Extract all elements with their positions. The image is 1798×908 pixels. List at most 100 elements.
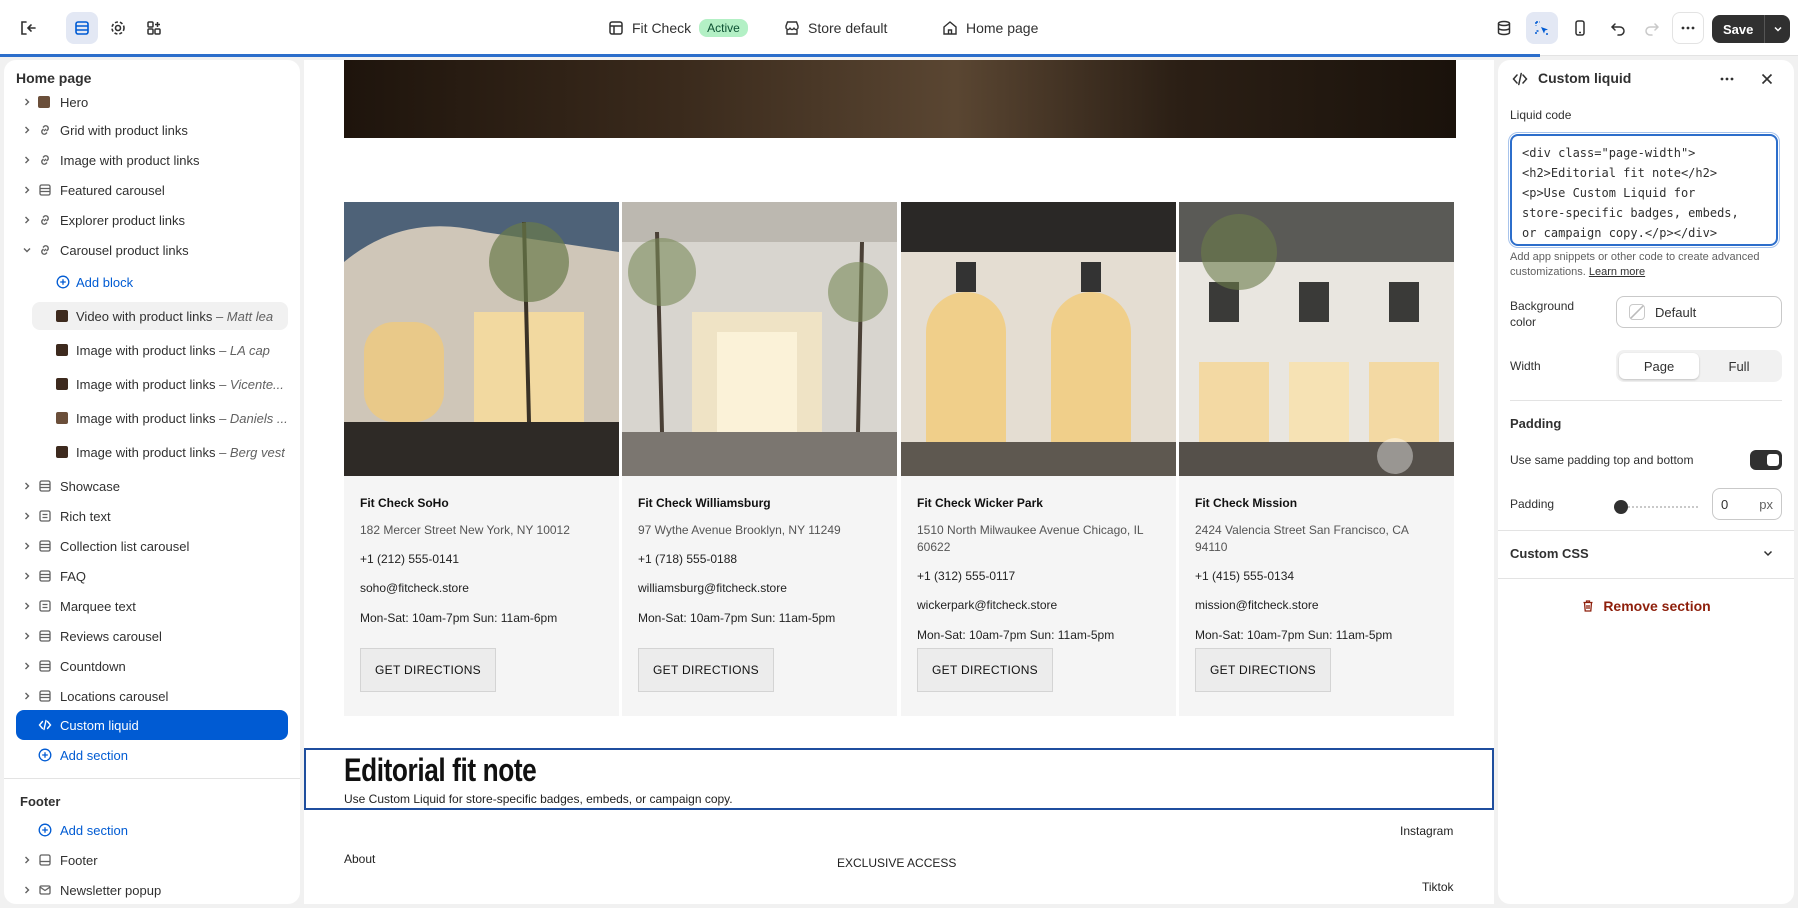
sidebar-item-reviews-carousel[interactable]: Reviews carousel — [4, 622, 300, 650]
more-icon[interactable] — [1672, 12, 1704, 44]
sidebar-item-collection-list-carousel[interactable]: Collection list carousel — [4, 532, 300, 560]
add-section-button[interactable]: Add section — [4, 741, 300, 769]
padding-input[interactable]: 0 px — [1712, 488, 1782, 520]
undo-icon[interactable] — [1602, 12, 1634, 44]
same-padding-toggle[interactable] — [1750, 450, 1782, 470]
chevron-right-icon[interactable] — [22, 601, 32, 611]
chevron-right-icon[interactable] — [22, 97, 32, 107]
apps-icon[interactable] — [138, 12, 170, 44]
panel-title: Custom liquid — [1538, 70, 1632, 86]
chevron-down-icon[interactable] — [1762, 547, 1774, 559]
block-item[interactable]: Image with product links – Vicente... — [4, 370, 300, 398]
home-icon — [943, 21, 957, 35]
sidebar-item-showcase[interactable]: Showcase — [4, 472, 300, 500]
exit-icon[interactable] — [12, 12, 44, 44]
trash-icon — [1583, 600, 1593, 612]
chevron-down-icon[interactable] — [22, 245, 32, 255]
sidebar-item-carousel-product-links[interactable]: Carousel product links — [4, 236, 300, 264]
block-item[interactable]: Image with product links – Berg vest — [4, 438, 300, 466]
sidebar-item-newsletter-popup[interactable]: Newsletter popup — [4, 876, 300, 904]
padding-unit: px — [1759, 496, 1773, 512]
theme-selector[interactable]: Fit Check Active — [608, 0, 748, 56]
sections-icon[interactable] — [66, 12, 98, 44]
chevron-right-icon[interactable] — [22, 571, 32, 581]
sidebar-item-image-with-product-links[interactable]: Image with product links — [4, 146, 300, 174]
sidebar-item-grid-with-product-links[interactable]: Grid with product links — [4, 116, 300, 144]
sidebar-item-locations-carousel[interactable]: Locations carousel — [4, 682, 300, 710]
sidebar-item-featured-carousel[interactable]: Featured carousel — [4, 176, 300, 204]
sidebar-item-explorer-product-links[interactable]: Explorer product links — [4, 206, 300, 234]
add-block-button[interactable]: Add block — [4, 268, 300, 296]
chevron-right-icon[interactable] — [22, 541, 32, 551]
redo-icon[interactable] — [1636, 12, 1668, 44]
gear-icon[interactable] — [102, 12, 134, 44]
custom-css-heading[interactable]: Custom CSS — [1510, 546, 1589, 561]
divider — [1510, 400, 1782, 401]
get-directions-button[interactable]: GET DIRECTIONS — [1195, 648, 1331, 692]
divider — [1498, 530, 1794, 531]
chevron-right-icon[interactable] — [22, 855, 32, 865]
footer-link-about[interactable]: About — [344, 852, 375, 866]
chevron-down-icon[interactable] — [1764, 15, 1790, 43]
sidebar-item-hero[interactable]: Hero — [4, 88, 300, 116]
liquid-help-text: Add app snippets or other code to create… — [1510, 250, 1782, 280]
database-icon[interactable] — [1488, 12, 1520, 44]
mobile-icon[interactable] — [1564, 12, 1596, 44]
chevron-right-icon[interactable] — [22, 215, 32, 225]
add-section-label: Add section — [60, 747, 128, 763]
image-thumbnail-icon — [56, 412, 68, 424]
get-directions-button[interactable]: GET DIRECTIONS — [917, 648, 1053, 692]
padding-value: 0 — [1721, 496, 1729, 512]
color-swatch — [1629, 304, 1645, 320]
footer-link-tiktok[interactable]: Tiktok — [1422, 880, 1454, 894]
custom-liquid-section[interactable]: Editorial fit note Use Custom Liquid for… — [304, 748, 1494, 810]
width-option-page[interactable]: Page — [1619, 353, 1699, 379]
chevron-right-icon[interactable] — [22, 691, 32, 701]
slider-track — [1616, 506, 1700, 508]
sidebar-item-label: Custom liquid — [60, 717, 139, 733]
chevron-right-icon[interactable] — [22, 631, 32, 641]
block-name: Image with product links — [76, 342, 216, 358]
sidebar-item-faq[interactable]: FAQ — [4, 562, 300, 590]
background-color-picker[interactable]: Default — [1616, 296, 1782, 328]
chevron-right-icon[interactable] — [22, 185, 32, 195]
footer-add-section-button[interactable]: Add section — [4, 816, 300, 844]
sidebar-item-custom-liquid[interactable]: Custom liquid — [4, 711, 300, 739]
remove-section-button[interactable]: Remove section — [1498, 598, 1794, 614]
sidebar-item-countdown[interactable]: Countdown — [4, 652, 300, 680]
market-selector[interactable]: Store default — [784, 0, 887, 56]
more-icon[interactable] — [1718, 70, 1736, 88]
padding-slider[interactable] — [1614, 500, 1700, 514]
section-icon — [38, 689, 52, 703]
slider-handle[interactable] — [1614, 500, 1628, 514]
get-directions-button[interactable]: GET DIRECTIONS — [638, 648, 774, 692]
location-phone: +1 (718) 555-0188 — [638, 552, 738, 566]
padding-heading: Padding — [1510, 416, 1562, 431]
liquid-code-editor[interactable]: <div class="page-width"> <h2>Editorial f… — [1510, 134, 1778, 246]
chevron-right-icon[interactable] — [22, 661, 32, 671]
chevron-right-icon[interactable] — [22, 155, 32, 165]
width-label: Width — [1510, 359, 1541, 373]
block-name: Image with product links — [76, 410, 216, 426]
block-item[interactable]: Image with product links – Daniels ... — [4, 404, 300, 432]
chevron-right-icon[interactable] — [22, 885, 32, 895]
inspector-icon[interactable] — [1526, 12, 1558, 44]
sections-sidebar: Home page Hero Grid with product links I… — [4, 60, 300, 904]
width-option-full[interactable]: Full — [1699, 353, 1779, 379]
footer-link-instagram[interactable]: Instagram — [1400, 824, 1453, 838]
page-selector[interactable]: Home page — [942, 0, 1038, 56]
block-item[interactable]: Video with product links – Matt lea — [4, 302, 300, 330]
sidebar-item-rich-text[interactable]: Rich text — [4, 502, 300, 530]
block-item[interactable]: Image with product links – LA cap — [4, 336, 300, 364]
close-icon[interactable] — [1758, 70, 1776, 88]
learn-more-link[interactable]: Learn more — [1589, 266, 1645, 278]
chevron-right-icon[interactable] — [22, 125, 32, 135]
sidebar-item-marquee-text[interactable]: Marquee text — [4, 592, 300, 620]
save-button[interactable]: Save — [1712, 15, 1791, 43]
sidebar-item-label: Carousel product links — [60, 242, 189, 258]
chevron-right-icon[interactable] — [22, 511, 32, 521]
chevron-right-icon[interactable] — [22, 481, 32, 491]
get-directions-button[interactable]: GET DIRECTIONS — [360, 648, 496, 692]
sidebar-item-footer[interactable]: Footer — [4, 846, 300, 874]
location-email: soho@fitcheck.store — [360, 581, 469, 595]
